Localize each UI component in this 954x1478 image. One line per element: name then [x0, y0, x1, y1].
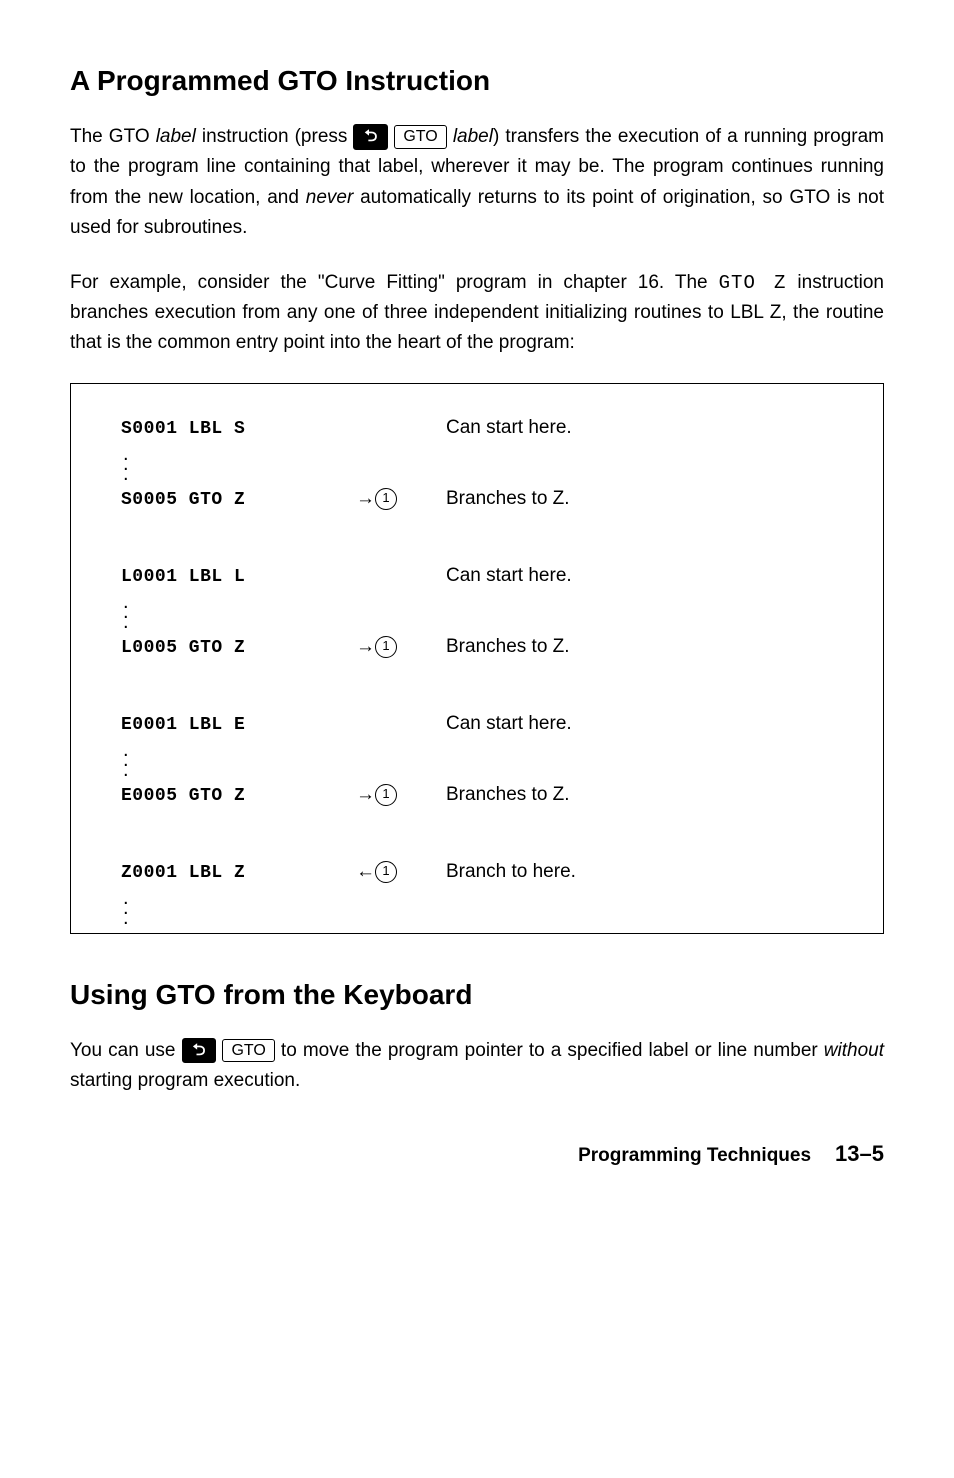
text: You can use — [70, 1040, 182, 1061]
code-line: Z0001 LBL Z ←1 Branch to here. — [121, 858, 843, 887]
footer-title: Programming Techniques — [578, 1142, 811, 1171]
arrow-cell: →1 — [356, 781, 446, 810]
circled-number-icon: 1 — [375, 861, 397, 883]
code-line: S0001 LBL S Can start here. — [121, 414, 843, 443]
code-desc: Can start here. — [446, 414, 572, 443]
code-text: E0005 GTO Z — [121, 783, 356, 810]
code-line: L0005 GTO Z →1 Branches to Z. — [121, 633, 843, 662]
shift-key-icon: ⮌ — [353, 124, 388, 149]
vertical-dots-icon: ... — [121, 597, 843, 627]
code-line: S0005 GTO Z →1 Branches to Z. — [121, 485, 843, 514]
vertical-dots-icon: ... — [121, 745, 843, 775]
label-italic: label — [453, 126, 493, 147]
arrow-right-icon: → — [356, 636, 375, 657]
paragraph-gto-intro: The GTO label instruction (press ⮌ GTO l… — [70, 122, 884, 244]
section-heading-gto-instruction: A Programmed GTO Instruction — [70, 60, 884, 102]
page-footer: Programming Techniques 13–5 — [70, 1137, 884, 1171]
arrow-left-icon: ← — [356, 861, 375, 882]
vertical-dots-icon: ... — [121, 449, 843, 479]
arrow-right-icon: → — [356, 488, 375, 509]
never-italic: never — [306, 187, 354, 208]
label-italic: label — [156, 126, 196, 147]
footer-page-number: 13–5 — [835, 1137, 884, 1170]
code-desc: Branches to Z. — [446, 781, 570, 810]
example-box: S0001 LBL S Can start here. ... S0005 GT… — [70, 383, 884, 934]
code-line: E0001 LBL E Can start here. — [121, 710, 843, 739]
code-text: E0001 LBL E — [121, 712, 356, 739]
text: to move the program pointer to a specifi… — [281, 1040, 824, 1061]
code-text: S0005 GTO Z — [121, 487, 356, 514]
arrow-cell: ←1 — [356, 858, 446, 887]
code-line: L0001 LBL L Can start here. — [121, 562, 843, 591]
text: instruction (press — [196, 126, 354, 147]
gto-key-icon: GTO — [394, 125, 446, 148]
calc-text-gtoz: GTO Z — [719, 272, 787, 294]
code-line: E0005 GTO Z →1 Branches to Z. — [121, 781, 843, 810]
section-heading-gto-keyboard: Using GTO from the Keyboard — [70, 974, 884, 1016]
circled-number-icon: 1 — [375, 784, 397, 806]
paragraph-gto-keyboard: You can use ⮌ GTO to move the program po… — [70, 1036, 884, 1097]
vertical-dots-icon: ... — [121, 893, 843, 923]
code-desc: Branch to here. — [446, 858, 576, 887]
without-italic: without — [824, 1040, 884, 1061]
code-text: L0005 GTO Z — [121, 635, 356, 662]
arrow-right-icon: → — [356, 784, 375, 805]
arrow-cell: →1 — [356, 485, 446, 514]
code-desc: Can start here. — [446, 562, 572, 591]
code-desc: Branches to Z. — [446, 633, 570, 662]
paragraph-gto-example-intro: For example, consider the "Curve Fitting… — [70, 268, 884, 359]
code-desc: Can start here. — [446, 710, 572, 739]
shift-key-icon: ⮌ — [182, 1038, 217, 1063]
text: The GTO — [70, 126, 156, 147]
code-text: Z0001 LBL Z — [121, 860, 356, 887]
circled-number-icon: 1 — [375, 636, 397, 658]
text: For example, consider the "Curve Fitting… — [70, 272, 719, 293]
gto-key-icon: GTO — [222, 1039, 274, 1062]
arrow-cell: →1 — [356, 633, 446, 662]
text: starting program execution. — [70, 1070, 300, 1091]
code-text: L0001 LBL L — [121, 564, 356, 591]
circled-number-icon: 1 — [375, 488, 397, 510]
code-text: S0001 LBL S — [121, 416, 356, 443]
code-desc: Branches to Z. — [446, 485, 570, 514]
